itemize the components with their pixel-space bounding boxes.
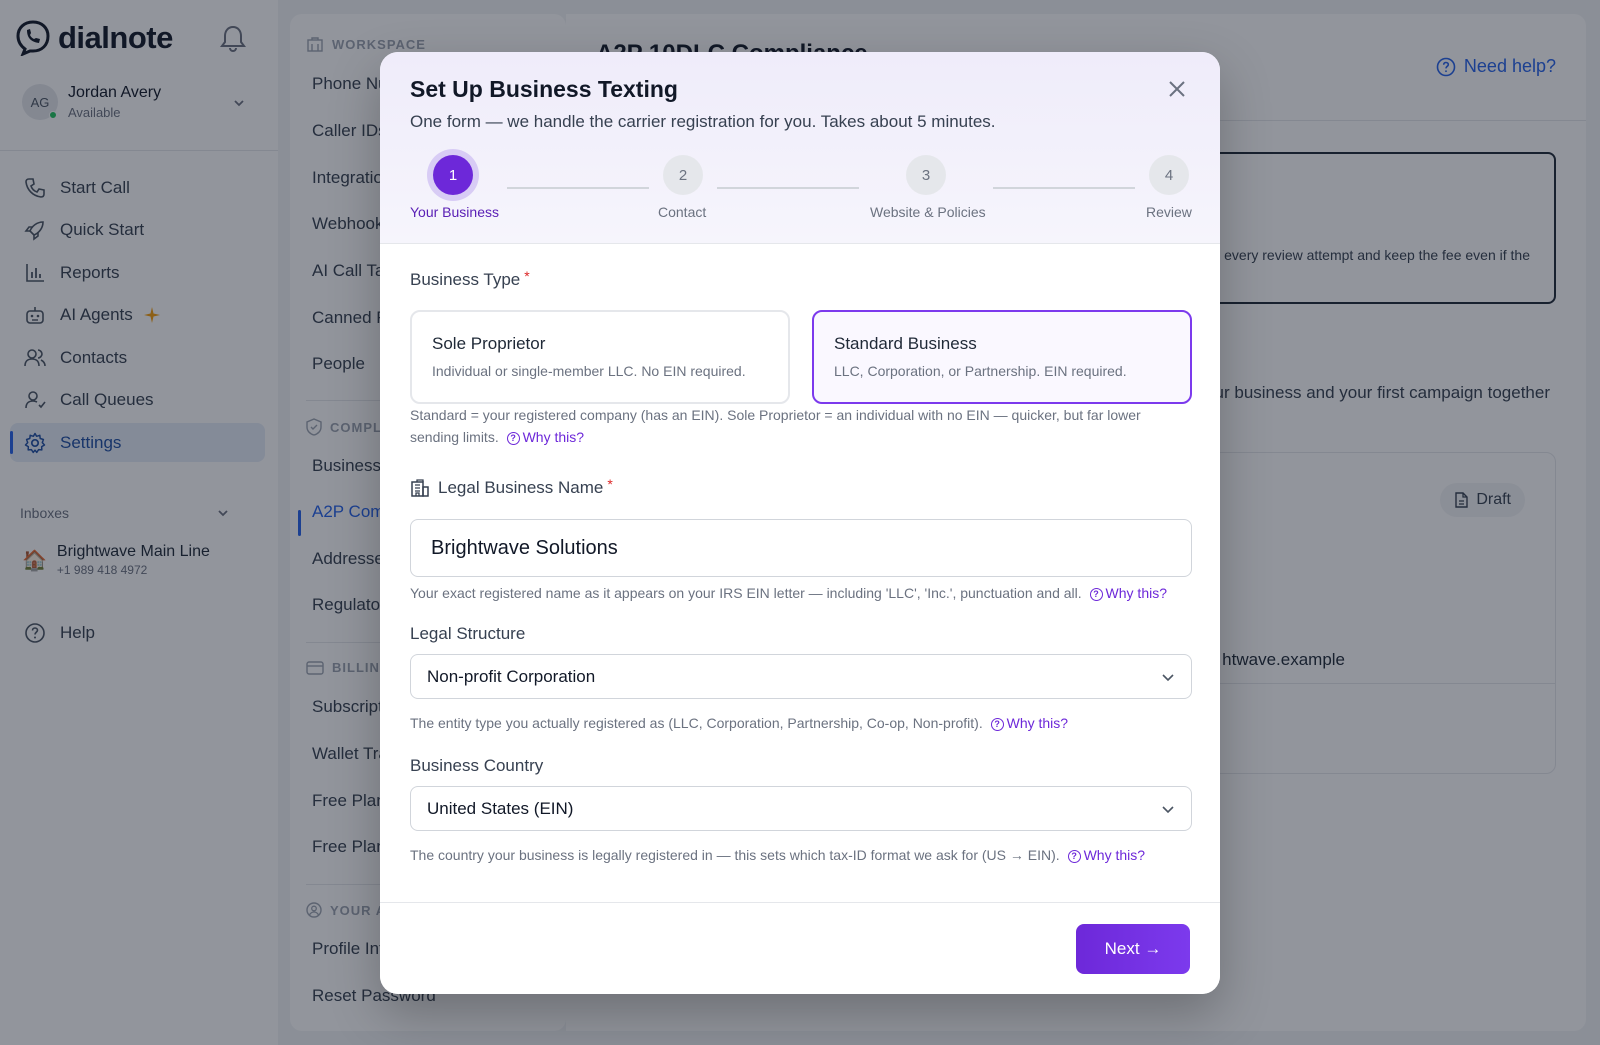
option-description: LLC, Corporation, or Partnership. EIN re…	[834, 363, 1127, 379]
option-description: Individual or single-member LLC. No EIN …	[432, 363, 746, 379]
close-button[interactable]	[1164, 76, 1190, 102]
business-country-hint: The country your business is legally reg…	[410, 847, 1146, 863]
selected-value: United States (EIN)	[427, 798, 574, 818]
why-this-link[interactable]: ? Why this?	[503, 429, 584, 445]
chevron-down-icon	[1161, 670, 1175, 684]
selected-value: Non-profit Corporation	[427, 666, 596, 686]
step-4: 4	[1149, 155, 1189, 195]
modal-header: Set Up Business Texting One form — we ha…	[380, 52, 1220, 244]
help-circle-icon: ?	[990, 718, 1004, 731]
business-type-option-standard-business[interactable]: Standard Business LLC, Corporation, or P…	[812, 310, 1192, 404]
building-icon	[410, 478, 430, 498]
help-circle-icon: ?	[1089, 588, 1103, 601]
legal-structure-hint: The entity type you actually registered …	[410, 715, 1069, 731]
step-1-label: Your Business	[410, 204, 499, 220]
legal-name-hint: Your exact registered name as it appears…	[410, 585, 1168, 601]
close-icon	[1168, 80, 1186, 98]
business-country-label: Business Country	[410, 756, 544, 775]
why-this-link[interactable]: ? Why this?	[1064, 847, 1145, 863]
required-mark: *	[524, 268, 530, 284]
business-country-select[interactable]: United States (EIN)	[410, 786, 1192, 831]
setup-business-texting-modal: Set Up Business Texting One form — we ha…	[380, 52, 1220, 994]
legal-name-label: Legal Business Name *	[410, 476, 613, 498]
option-title: Sole Proprietor	[432, 334, 546, 353]
option-title: Standard Business	[834, 334, 977, 353]
legal-structure-label: Legal Structure	[410, 624, 526, 643]
step-connector	[507, 187, 649, 189]
next-button[interactable]: Next →	[1076, 924, 1190, 974]
step-connector	[717, 187, 859, 189]
required-mark: *	[607, 476, 613, 492]
modal-title: Set Up Business Texting	[410, 76, 678, 102]
step-2: 2	[663, 155, 703, 195]
legal-structure-select[interactable]: Non-profit Corporation	[410, 654, 1192, 699]
why-this-link[interactable]: ? Why this?	[1086, 585, 1167, 601]
modal-footer: Next →	[380, 902, 1220, 994]
modal-subtitle: One form — we handle the carrier registr…	[410, 112, 996, 131]
step-4-label: Review	[1146, 204, 1192, 220]
step-1: 1	[433, 155, 473, 195]
help-circle-icon: ?	[506, 432, 520, 445]
step-3-label: Website & Policies	[870, 204, 986, 220]
chevron-down-icon	[1161, 802, 1175, 816]
step-2-label: Contact	[658, 204, 707, 220]
business-type-hint: Standard = your registered company (has …	[410, 407, 1141, 445]
step-connector	[993, 187, 1135, 189]
help-circle-icon: ?	[1067, 850, 1081, 863]
legal-business-name-input[interactable]	[410, 519, 1192, 577]
business-type-option-sole-proprietor[interactable]: Sole Proprietor Individual or single-mem…	[410, 310, 790, 404]
business-type-label: Business Type *	[410, 268, 530, 289]
step-3: 3	[906, 155, 946, 195]
why-this-link[interactable]: ? Why this?	[987, 715, 1068, 731]
